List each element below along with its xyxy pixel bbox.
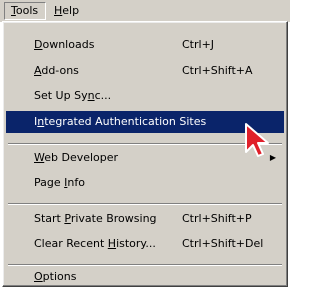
menu-item-label: Web Developer xyxy=(34,151,119,164)
menu-item-shortcut: Ctrl+Shift+A xyxy=(182,64,253,77)
menu-item-shortcut: Ctrl+Shift+P xyxy=(182,212,252,225)
menu-separator xyxy=(8,203,282,205)
menu-item-add-ons[interactable]: Add-ons Ctrl+Shift+A xyxy=(6,60,284,82)
menu-item-page-info[interactable]: Page Info xyxy=(6,172,284,194)
menu-item-shortcut: Ctrl+Shift+Del xyxy=(182,237,264,250)
menu-item-label: Page Info xyxy=(34,176,85,189)
menu-tools-label: ools xyxy=(15,4,39,17)
menu-item-clear-recent-history[interactable]: Clear Recent History... Ctrl+Shift+Del xyxy=(6,233,284,255)
menu-item-label: Add-ons xyxy=(34,64,79,77)
menu-bar: Tools Help xyxy=(0,0,290,22)
menu-separator xyxy=(8,264,282,266)
menu-item-label: Options xyxy=(34,270,77,283)
mouse-pointer-icon xyxy=(245,123,269,157)
menu-help-label: elp xyxy=(62,4,80,17)
menu-item-label: Start Private Browsing xyxy=(34,212,157,225)
menu-item-options[interactable]: Options xyxy=(6,268,284,286)
menu-tools[interactable]: Tools xyxy=(4,2,46,20)
menu-help[interactable]: Help xyxy=(48,2,86,20)
menu-item-label: Clear Recent History... xyxy=(34,237,156,250)
menu-separator xyxy=(8,143,282,145)
menu-item-start-private-browsing[interactable]: Start Private Browsing Ctrl+Shift+P xyxy=(6,208,284,230)
menu-item-set-up-sync[interactable]: Set Up Sync... xyxy=(6,85,284,107)
menu-item-label: Set Up Sync... xyxy=(34,89,112,102)
menu-item-label: Downloads xyxy=(34,38,95,51)
menu-item-label: Integrated Authentication Sites xyxy=(34,115,207,128)
menu-item-downloads[interactable]: Downloads Ctrl+J xyxy=(6,34,284,56)
menu-item-shortcut: Ctrl+J xyxy=(182,38,215,51)
